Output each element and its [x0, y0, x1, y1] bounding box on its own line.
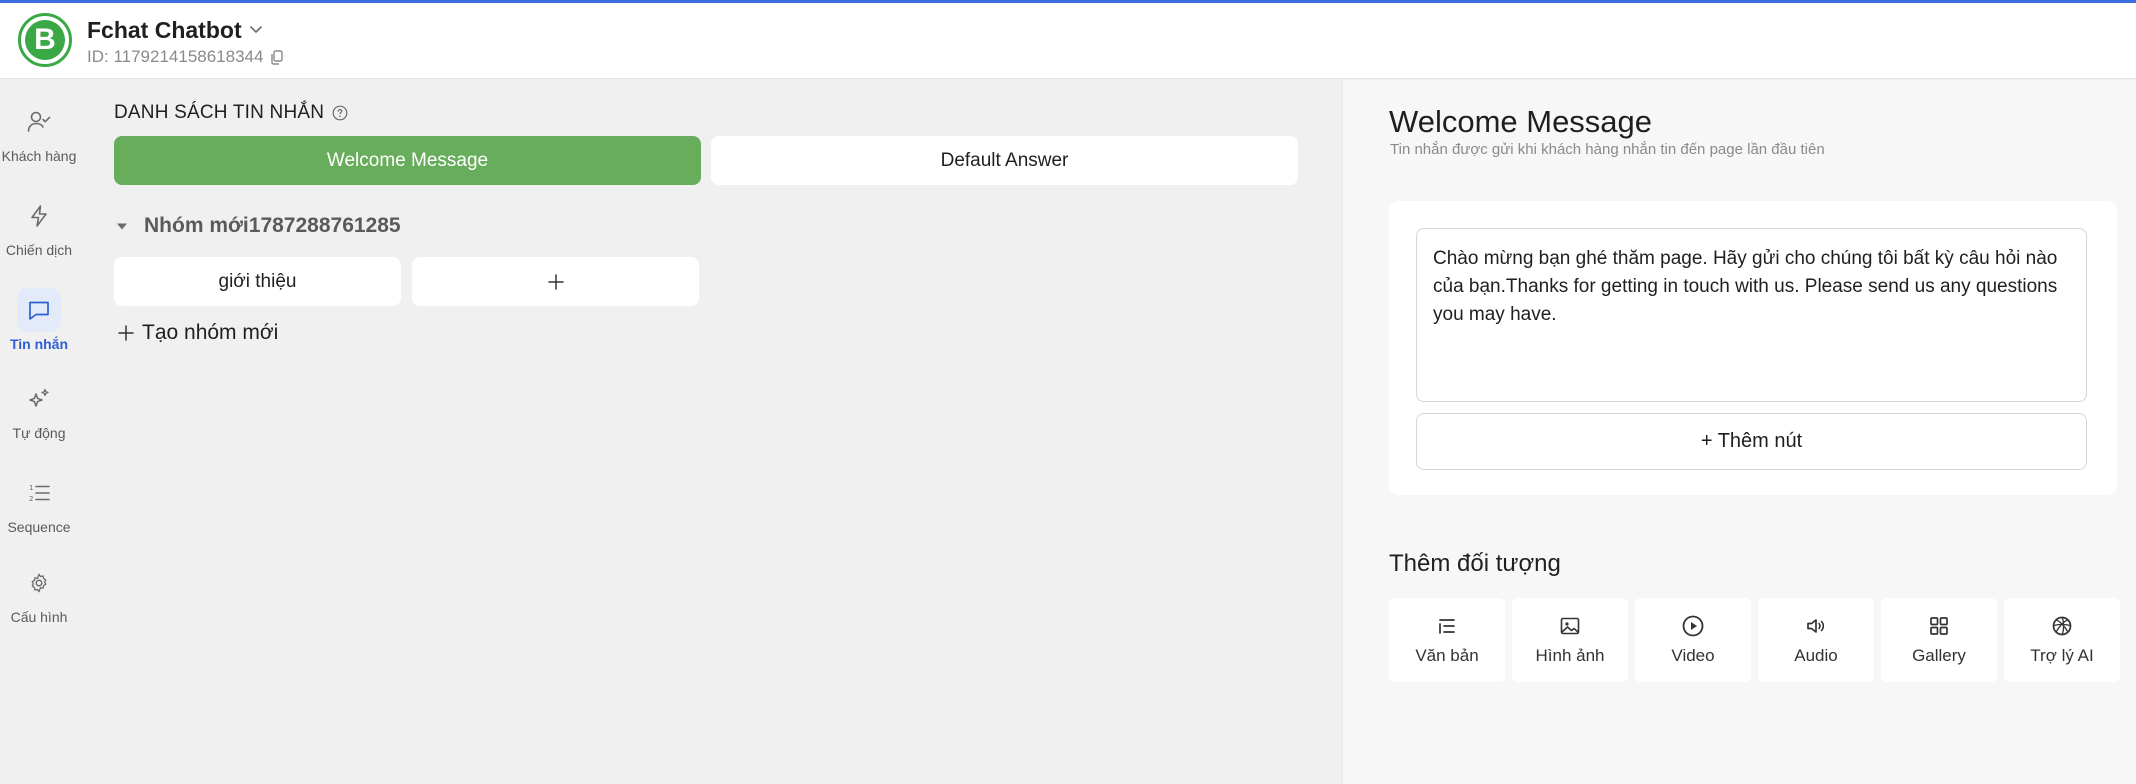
app-id: ID: 1179214158618344 — [87, 47, 264, 66]
caret-down-icon[interactable] — [114, 218, 130, 234]
image-icon — [1560, 617, 1580, 635]
grid-icon — [1930, 617, 1948, 635]
object-label: Văn bản — [1415, 646, 1479, 665]
sidebar-nav: Khách hàng Chiến dịch Tin nhắn Tự động 1… — [0, 80, 78, 784]
gear-icon — [17, 561, 61, 605]
text-icon — [1439, 619, 1455, 634]
ai-assistant-icon — [2052, 616, 2072, 636]
sidebar-item-tu-dong[interactable]: Tự động — [0, 377, 78, 441]
svg-text:2: 2 — [29, 495, 33, 503]
tab-default-answer[interactable]: Default Answer — [711, 136, 1298, 185]
lightning-icon — [17, 194, 61, 238]
sidebar-item-label: Cấu hình — [10, 609, 68, 625]
svg-text:1: 1 — [29, 484, 33, 492]
help-icon[interactable] — [332, 105, 348, 121]
app-header: B Fchat Chatbot ID: 1179214158618344 — [0, 3, 2136, 79]
sidebar-item-label: Tin nhắn — [9, 336, 69, 352]
play-circle-icon — [1682, 615, 1704, 637]
sidebar-item-label: Khách hàng — [1, 148, 77, 164]
numbered-list-icon: 12 — [17, 471, 61, 515]
editor-title: Welcome Message — [1389, 104, 1653, 139]
sidebar-item-label: Sequence — [7, 519, 71, 535]
plus-icon — [118, 325, 134, 341]
sidebar-item-khach-hang[interactable]: Khách hàng — [0, 100, 78, 164]
sidebar-item-chien-dich[interactable]: Chiến dịch — [0, 194, 78, 258]
logo-letter: B — [25, 20, 65, 60]
sidebar-item-cau-hinh[interactable]: Cấu hình — [0, 561, 78, 625]
object-label: Trợ lý AI — [2030, 646, 2094, 665]
object-label: Hình ảnh — [1535, 646, 1605, 665]
add-video-object[interactable]: Video — [1635, 598, 1751, 682]
message-icon — [17, 288, 61, 332]
plus-icon — [547, 273, 564, 290]
add-image-object[interactable]: Hình ảnh — [1512, 598, 1628, 682]
add-audio-object[interactable]: Audio — [1758, 598, 1874, 682]
message-editor-panel: Welcome Message Tin nhắn được gửi khi kh… — [1342, 80, 2136, 784]
app-name[interactable]: Fchat Chatbot — [87, 17, 242, 44]
add-gallery-object[interactable]: Gallery — [1881, 598, 1997, 682]
copy-icon[interactable] — [269, 49, 285, 65]
message-item[interactable]: giới thiệu — [114, 257, 401, 306]
add-button-button[interactable]: + Thêm nút — [1416, 413, 2087, 470]
speaker-icon — [1807, 619, 1825, 633]
sidebar-item-label: Chiến dịch — [5, 242, 73, 258]
sparkles-icon — [17, 377, 61, 421]
object-label: Audio — [1794, 646, 1838, 665]
sidebar-item-sequence[interactable]: 12 Sequence — [0, 471, 78, 535]
add-message-button[interactable] — [412, 257, 699, 306]
group-name: Nhóm mới1787288761285 — [144, 214, 401, 237]
app-id-row: ID: 1179214158618344 — [87, 47, 285, 67]
add-ai-assistant-object[interactable]: Trợ lý AI — [2004, 598, 2120, 682]
create-group-label: Tạo nhóm mới — [142, 321, 279, 344]
tab-welcome-message[interactable]: Welcome Message — [114, 136, 701, 185]
object-label: Video — [1671, 646, 1715, 665]
add-object-title: Thêm đối tượng — [1389, 550, 1561, 577]
message-list-title: DANH SÁCH TIN NHẮN — [114, 102, 325, 123]
message-text-input[interactable]: Chào mừng bạn ghé thăm page. Hãy gửi cho… — [1416, 228, 2087, 402]
add-text-object[interactable]: Văn bản — [1389, 598, 1505, 682]
create-group-button[interactable]: Tạo nhóm mới — [116, 321, 278, 345]
editor-subtitle: Tin nhắn được gửi khi khách hàng nhắn ti… — [1390, 141, 1825, 158]
chevron-down-icon[interactable] — [246, 19, 266, 39]
user-check-icon — [17, 100, 61, 144]
app-logo[interactable]: B — [18, 13, 72, 67]
message-group-header[interactable]: Nhóm mới1787288761285 — [114, 214, 401, 238]
sidebar-item-tin-nhan[interactable]: Tin nhắn — [0, 288, 78, 352]
message-list-panel: DANH SÁCH TIN NHẮN Welcome Message Defau… — [78, 80, 1342, 784]
sidebar-item-label: Tự động — [12, 425, 66, 441]
message-list-header: DANH SÁCH TIN NHẮN — [114, 102, 348, 124]
message-card: Chào mừng bạn ghé thăm page. Hãy gửi cho… — [1389, 201, 2117, 495]
object-label: Gallery — [1912, 646, 1966, 665]
